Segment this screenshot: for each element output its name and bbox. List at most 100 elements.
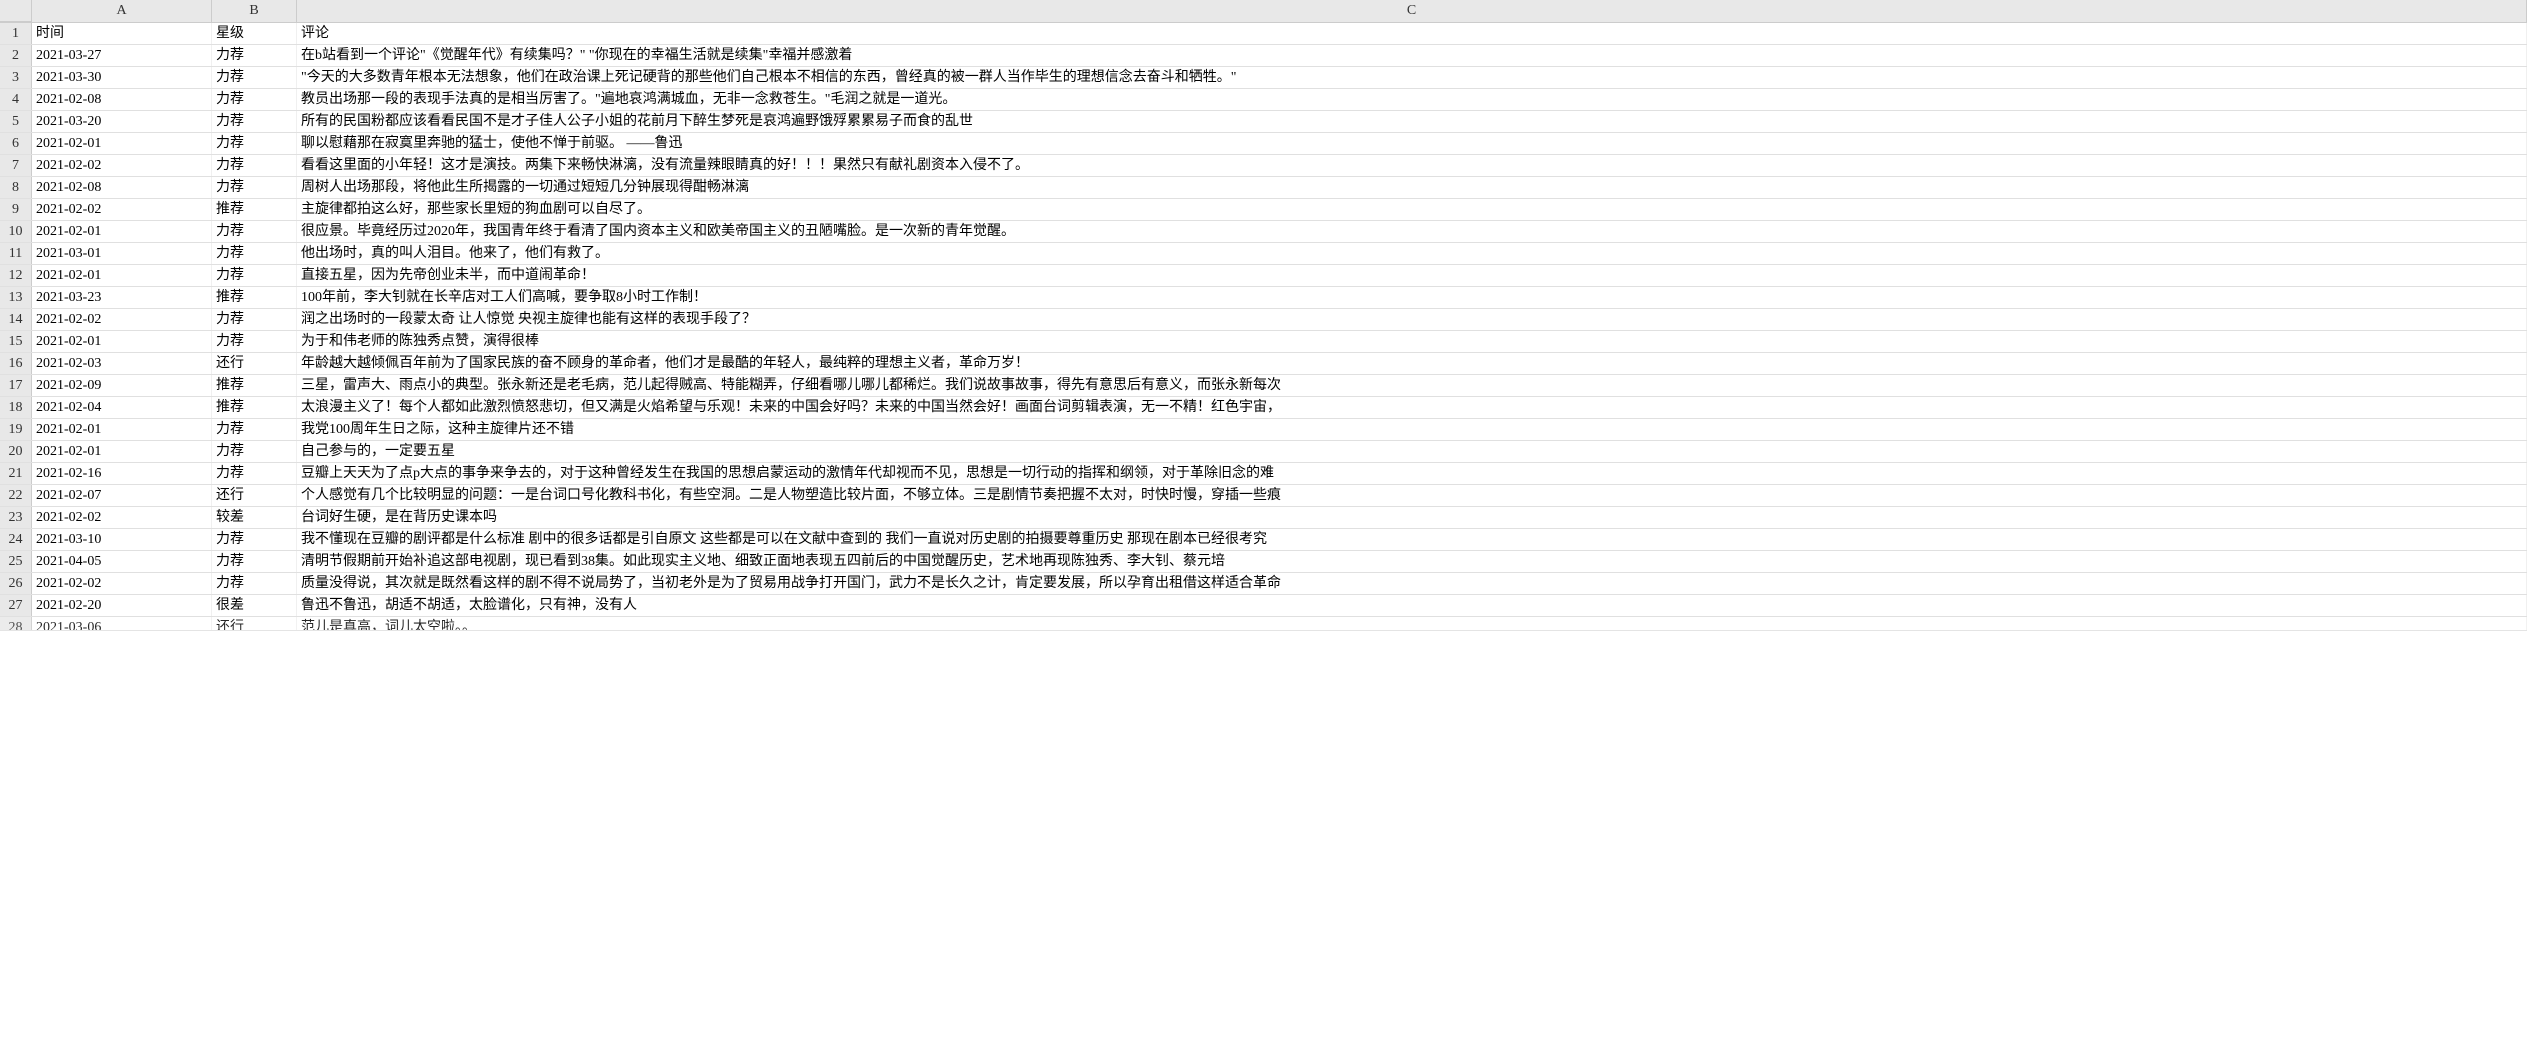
cell-rating[interactable]: 推荐: [212, 287, 297, 308]
row-header[interactable]: 26: [0, 573, 32, 594]
cell-rating[interactable]: 力荐: [212, 573, 297, 594]
cell-time[interactable]: 2021-04-05: [32, 551, 212, 572]
cell-comment[interactable]: 教员出场那一段的表现手法真的是相当厉害了。"遍地哀鸿满城血，无非一念救苍生。"毛…: [297, 89, 2527, 110]
cell-time[interactable]: 2021-03-10: [32, 529, 212, 550]
row-header[interactable]: 7: [0, 155, 32, 176]
cell-comment[interactable]: 他出场时，真的叫人泪目。他来了，他们有救了。: [297, 243, 2527, 264]
cell-comment[interactable]: 润之出场时的一段蒙太奇 让人惊觉 央视主旋律也能有这样的表现手段了？: [297, 309, 2527, 330]
cell-comment[interactable]: 自己参与的，一定要五星: [297, 441, 2527, 462]
cell-rating[interactable]: 力荐: [212, 155, 297, 176]
row-header[interactable]: 23: [0, 507, 32, 528]
cell-comment[interactable]: 鲁迅不鲁迅，胡适不胡适，太脸谱化，只有神，没有人: [297, 595, 2527, 616]
cell-rating[interactable]: 力荐: [212, 331, 297, 352]
cell-comment[interactable]: 质量没得说，其次就是既然看这样的剧不得不说局势了，当初老外是为了贸易用战争打开国…: [297, 573, 2527, 594]
cell-time[interactable]: 2021-02-20: [32, 595, 212, 616]
cell-time[interactable]: 2021-02-01: [32, 331, 212, 352]
cell-rating[interactable]: 力荐: [212, 463, 297, 484]
cell-comment[interactable]: 在b站看到一个评论"《觉醒年代》有续集吗？" "你现在的幸福生活就是续集"幸福并…: [297, 45, 2527, 66]
cell-rating[interactable]: 力荐: [212, 133, 297, 154]
cell-rating[interactable]: 较差: [212, 507, 297, 528]
cell-rating[interactable]: 力荐: [212, 419, 297, 440]
cell-rating[interactable]: 还行: [212, 617, 297, 630]
cell-rating[interactable]: 力荐: [212, 221, 297, 242]
row-header[interactable]: 27: [0, 595, 32, 616]
cell-rating[interactable]: 推荐: [212, 199, 297, 220]
cell-time[interactable]: 2021-02-01: [32, 441, 212, 462]
cell-rating[interactable]: 很差: [212, 595, 297, 616]
cell-comment[interactable]: "今天的大多数青年根本无法想象，他们在政治课上死记硬背的那些他们自己根本不相信的…: [297, 67, 2527, 88]
cell-comment[interactable]: 我不懂现在豆瓣的剧评都是什么标准 剧中的很多话都是引自原文 这些都是可以在文献中…: [297, 529, 2527, 550]
cell-rating[interactable]: 还行: [212, 485, 297, 506]
cell-time[interactable]: 2021-02-04: [32, 397, 212, 418]
cell-comment[interactable]: 台词好生硬，是在背历史课本吗: [297, 507, 2527, 528]
cell-time[interactable]: 2021-02-02: [32, 507, 212, 528]
cell-time[interactable]: 2021-02-01: [32, 265, 212, 286]
row-header[interactable]: 2: [0, 45, 32, 66]
cell-time[interactable]: 2021-02-02: [32, 155, 212, 176]
cell-comment[interactable]: 100年前，李大钊就在长辛店对工人们高喊，要争取8小时工作制！: [297, 287, 2527, 308]
cell-time[interactable]: 2021-02-01: [32, 221, 212, 242]
cell-time[interactable]: 时间: [32, 23, 212, 44]
cell-time[interactable]: 2021-03-30: [32, 67, 212, 88]
cell-time[interactable]: 2021-02-07: [32, 485, 212, 506]
row-header[interactable]: 21: [0, 463, 32, 484]
row-header[interactable]: 15: [0, 331, 32, 352]
spreadsheet-grid[interactable]: A B C 1时间星级评论22021-03-27力荐在b站看到一个评论"《觉醒年…: [0, 0, 2527, 631]
cell-time[interactable]: 2021-02-01: [32, 133, 212, 154]
cell-rating[interactable]: 力荐: [212, 67, 297, 88]
cell-rating[interactable]: 力荐: [212, 89, 297, 110]
cell-comment[interactable]: 年龄越大越倾佩百年前为了国家民族的奋不顾身的革命者，他们才是最酷的年轻人，最纯粹…: [297, 353, 2527, 374]
cell-comment[interactable]: 聊以慰藉那在寂寞里奔驰的猛士，使他不惮于前驱。 ——鲁迅: [297, 133, 2527, 154]
cell-comment[interactable]: 太浪漫主义了！每个人都如此激烈愤怒悲切，但又满是火焰希望与乐观！未来的中国会好吗…: [297, 397, 2527, 418]
cell-comment[interactable]: 看看这里面的小年轻！这才是演技。两集下来畅快淋漓，没有流量辣眼睛真的好！！！果然…: [297, 155, 2527, 176]
cell-rating[interactable]: 力荐: [212, 309, 297, 330]
cell-comment[interactable]: 豆瓣上天天为了点p大点的事争来争去的，对于这种曾经发生在我国的思想启蒙运动的激情…: [297, 463, 2527, 484]
row-header[interactable]: 10: [0, 221, 32, 242]
cell-time[interactable]: 2021-03-23: [32, 287, 212, 308]
row-header[interactable]: 1: [0, 23, 32, 44]
cell-comment[interactable]: 所有的民国粉都应该看看民国不是才子佳人公子小姐的花前月下醉生梦死是哀鸿遍野饿殍累…: [297, 111, 2527, 132]
cell-time[interactable]: 2021-02-08: [32, 177, 212, 198]
row-header[interactable]: 11: [0, 243, 32, 264]
column-header-c[interactable]: C: [297, 0, 2527, 22]
cell-comment[interactable]: 为于和伟老师的陈独秀点赞，演得很棒: [297, 331, 2527, 352]
cell-time[interactable]: 2021-02-02: [32, 199, 212, 220]
cell-time[interactable]: 2021-02-16: [32, 463, 212, 484]
cell-rating[interactable]: 力荐: [212, 551, 297, 572]
cell-rating[interactable]: 星级: [212, 23, 297, 44]
cell-comment[interactable]: 周树人出场那段，将他此生所揭露的一切通过短短几分钟展现得酣畅淋漓: [297, 177, 2527, 198]
row-header[interactable]: 22: [0, 485, 32, 506]
cell-time[interactable]: 2021-03-06: [32, 617, 212, 630]
cell-time[interactable]: 2021-02-02: [32, 573, 212, 594]
column-header-b[interactable]: B: [212, 0, 297, 22]
row-header[interactable]: 6: [0, 133, 32, 154]
cell-rating[interactable]: 推荐: [212, 375, 297, 396]
cell-rating[interactable]: 力荐: [212, 177, 297, 198]
cell-comment[interactable]: 我党100周年生日之际，这种主旋律片还不错: [297, 419, 2527, 440]
row-header[interactable]: 4: [0, 89, 32, 110]
cell-comment[interactable]: 范儿是真高，词儿太空啦。。: [297, 617, 2527, 630]
row-header[interactable]: 5: [0, 111, 32, 132]
cell-rating[interactable]: 还行: [212, 353, 297, 374]
cell-time[interactable]: 2021-03-27: [32, 45, 212, 66]
cell-comment[interactable]: 清明节假期前开始补追这部电视剧，现已看到38集。如此现实主义地、细致正面地表现五…: [297, 551, 2527, 572]
cell-time[interactable]: 2021-02-09: [32, 375, 212, 396]
cell-comment[interactable]: 主旋律都拍这么好，那些家长里短的狗血剧可以自尽了。: [297, 199, 2527, 220]
cell-comment[interactable]: 直接五星，因为先帝创业未半，而中道闹革命！: [297, 265, 2527, 286]
row-header[interactable]: 16: [0, 353, 32, 374]
cell-rating[interactable]: 力荐: [212, 243, 297, 264]
cell-comment[interactable]: 评论: [297, 23, 2527, 44]
cell-comment[interactable]: 三星，雷声大、雨点小的典型。张永新还是老毛病，范儿起得贼高、特能糊弄，仔细看哪儿…: [297, 375, 2527, 396]
cell-time[interactable]: 2021-02-03: [32, 353, 212, 374]
cell-time[interactable]: 2021-03-20: [32, 111, 212, 132]
row-header[interactable]: 25: [0, 551, 32, 572]
cell-rating[interactable]: 推荐: [212, 397, 297, 418]
row-header[interactable]: 17: [0, 375, 32, 396]
cell-time[interactable]: 2021-03-01: [32, 243, 212, 264]
row-header[interactable]: 8: [0, 177, 32, 198]
row-header[interactable]: 28: [0, 617, 32, 630]
row-header[interactable]: 18: [0, 397, 32, 418]
select-all-corner[interactable]: [0, 0, 32, 22]
row-header[interactable]: 19: [0, 419, 32, 440]
cell-time[interactable]: 2021-02-01: [32, 419, 212, 440]
